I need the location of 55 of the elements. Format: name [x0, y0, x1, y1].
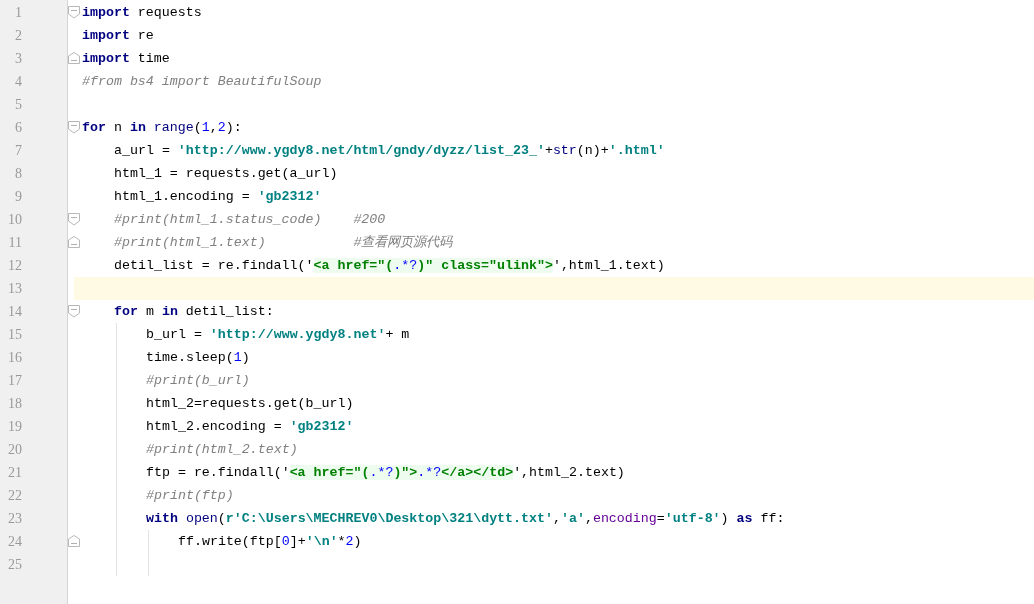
line-number: 22 [7, 487, 22, 505]
code-line: a_url = 'http://www.ygdy8.net/html/gndy/dyzz/list_23_'+str(n)+'.html' [114, 142, 665, 160]
code-line: #from bs4 import BeautifulSoup [82, 73, 322, 91]
line-number: 15 [7, 326, 22, 344]
code-line: time.sleep(1) [146, 349, 250, 367]
code-line: html_1.encoding = 'gb2312' [114, 188, 322, 206]
code-line: b_url = 'http://www.ygdy8.net'+ m [146, 326, 410, 344]
code-line: #print(html_2.text) [146, 441, 298, 459]
line-number: 11 [7, 234, 22, 252]
code-line: ftp = re.findall('<a href="(.*?)">.*?</a></td>',html_2.text) [146, 464, 625, 482]
code-line: ff.write(ftp[0]+'\n'*2) [178, 533, 362, 551]
code-line: import time [82, 50, 170, 68]
line-number: 8 [14, 165, 22, 183]
line-number: 3 [14, 50, 22, 68]
code-line: detil_list = re.findall('<a href="(.*?)" class="ulink">',html_1.text) [114, 257, 665, 275]
line-number: 24 [7, 533, 22, 551]
line-number: 21 [7, 464, 22, 482]
code-line: with open(r'C:\Users\MECHREV0\Desktop\321\dytt.txt','a',encoding='utf-8') as ff: [146, 510, 785, 528]
line-number: 18 [7, 395, 22, 413]
line-number: 19 [7, 418, 22, 436]
code-line: #print(b_url) [146, 372, 250, 390]
line-number: 2 [14, 27, 22, 45]
line-number: 1 [14, 4, 22, 22]
line-number: 14 [7, 303, 22, 321]
code-line: import re [82, 27, 154, 45]
code-editor[interactable] [0, 0, 1034, 604]
code-line: #print(html_1.text) #查看网页源代码 [114, 234, 453, 252]
line-number: 12 [7, 257, 22, 275]
line-number: 7 [14, 142, 22, 160]
fold-marker-icon[interactable] [68, 6, 80, 19]
line-number: 25 [7, 556, 22, 574]
line-number: 17 [7, 372, 22, 390]
fold-marker-icon[interactable] [68, 213, 80, 226]
code-line: html_1 = requests.get(a_url) [114, 165, 338, 183]
line-number: 4 [14, 73, 22, 91]
fold-marker-icon[interactable] [68, 121, 80, 134]
fold-marker-icon[interactable] [68, 535, 80, 548]
line-number: 10 [7, 211, 22, 229]
line-number: 20 [7, 441, 22, 459]
code-line: #print(ftp) [146, 487, 234, 505]
code-line: for n in range(1,2): [82, 119, 242, 137]
code-line: html_2.encoding = 'gb2312' [146, 418, 354, 436]
line-number: 5 [14, 96, 22, 114]
fold-marker-icon[interactable] [68, 236, 80, 249]
code-line: #print(html_1.status_code) #200 [114, 211, 386, 229]
line-number: 16 [7, 349, 22, 367]
fold-marker-icon[interactable] [68, 52, 80, 65]
code-line: html_2=requests.get(b_url) [146, 395, 354, 413]
code-line: import requests [82, 4, 202, 22]
line-number: 13 [7, 280, 22, 298]
line-number: 6 [14, 119, 22, 137]
fold-marker-icon[interactable] [68, 305, 80, 318]
line-number: 9 [14, 188, 22, 206]
code-line: for m in detil_list: [114, 303, 274, 321]
line-number: 23 [7, 510, 22, 528]
